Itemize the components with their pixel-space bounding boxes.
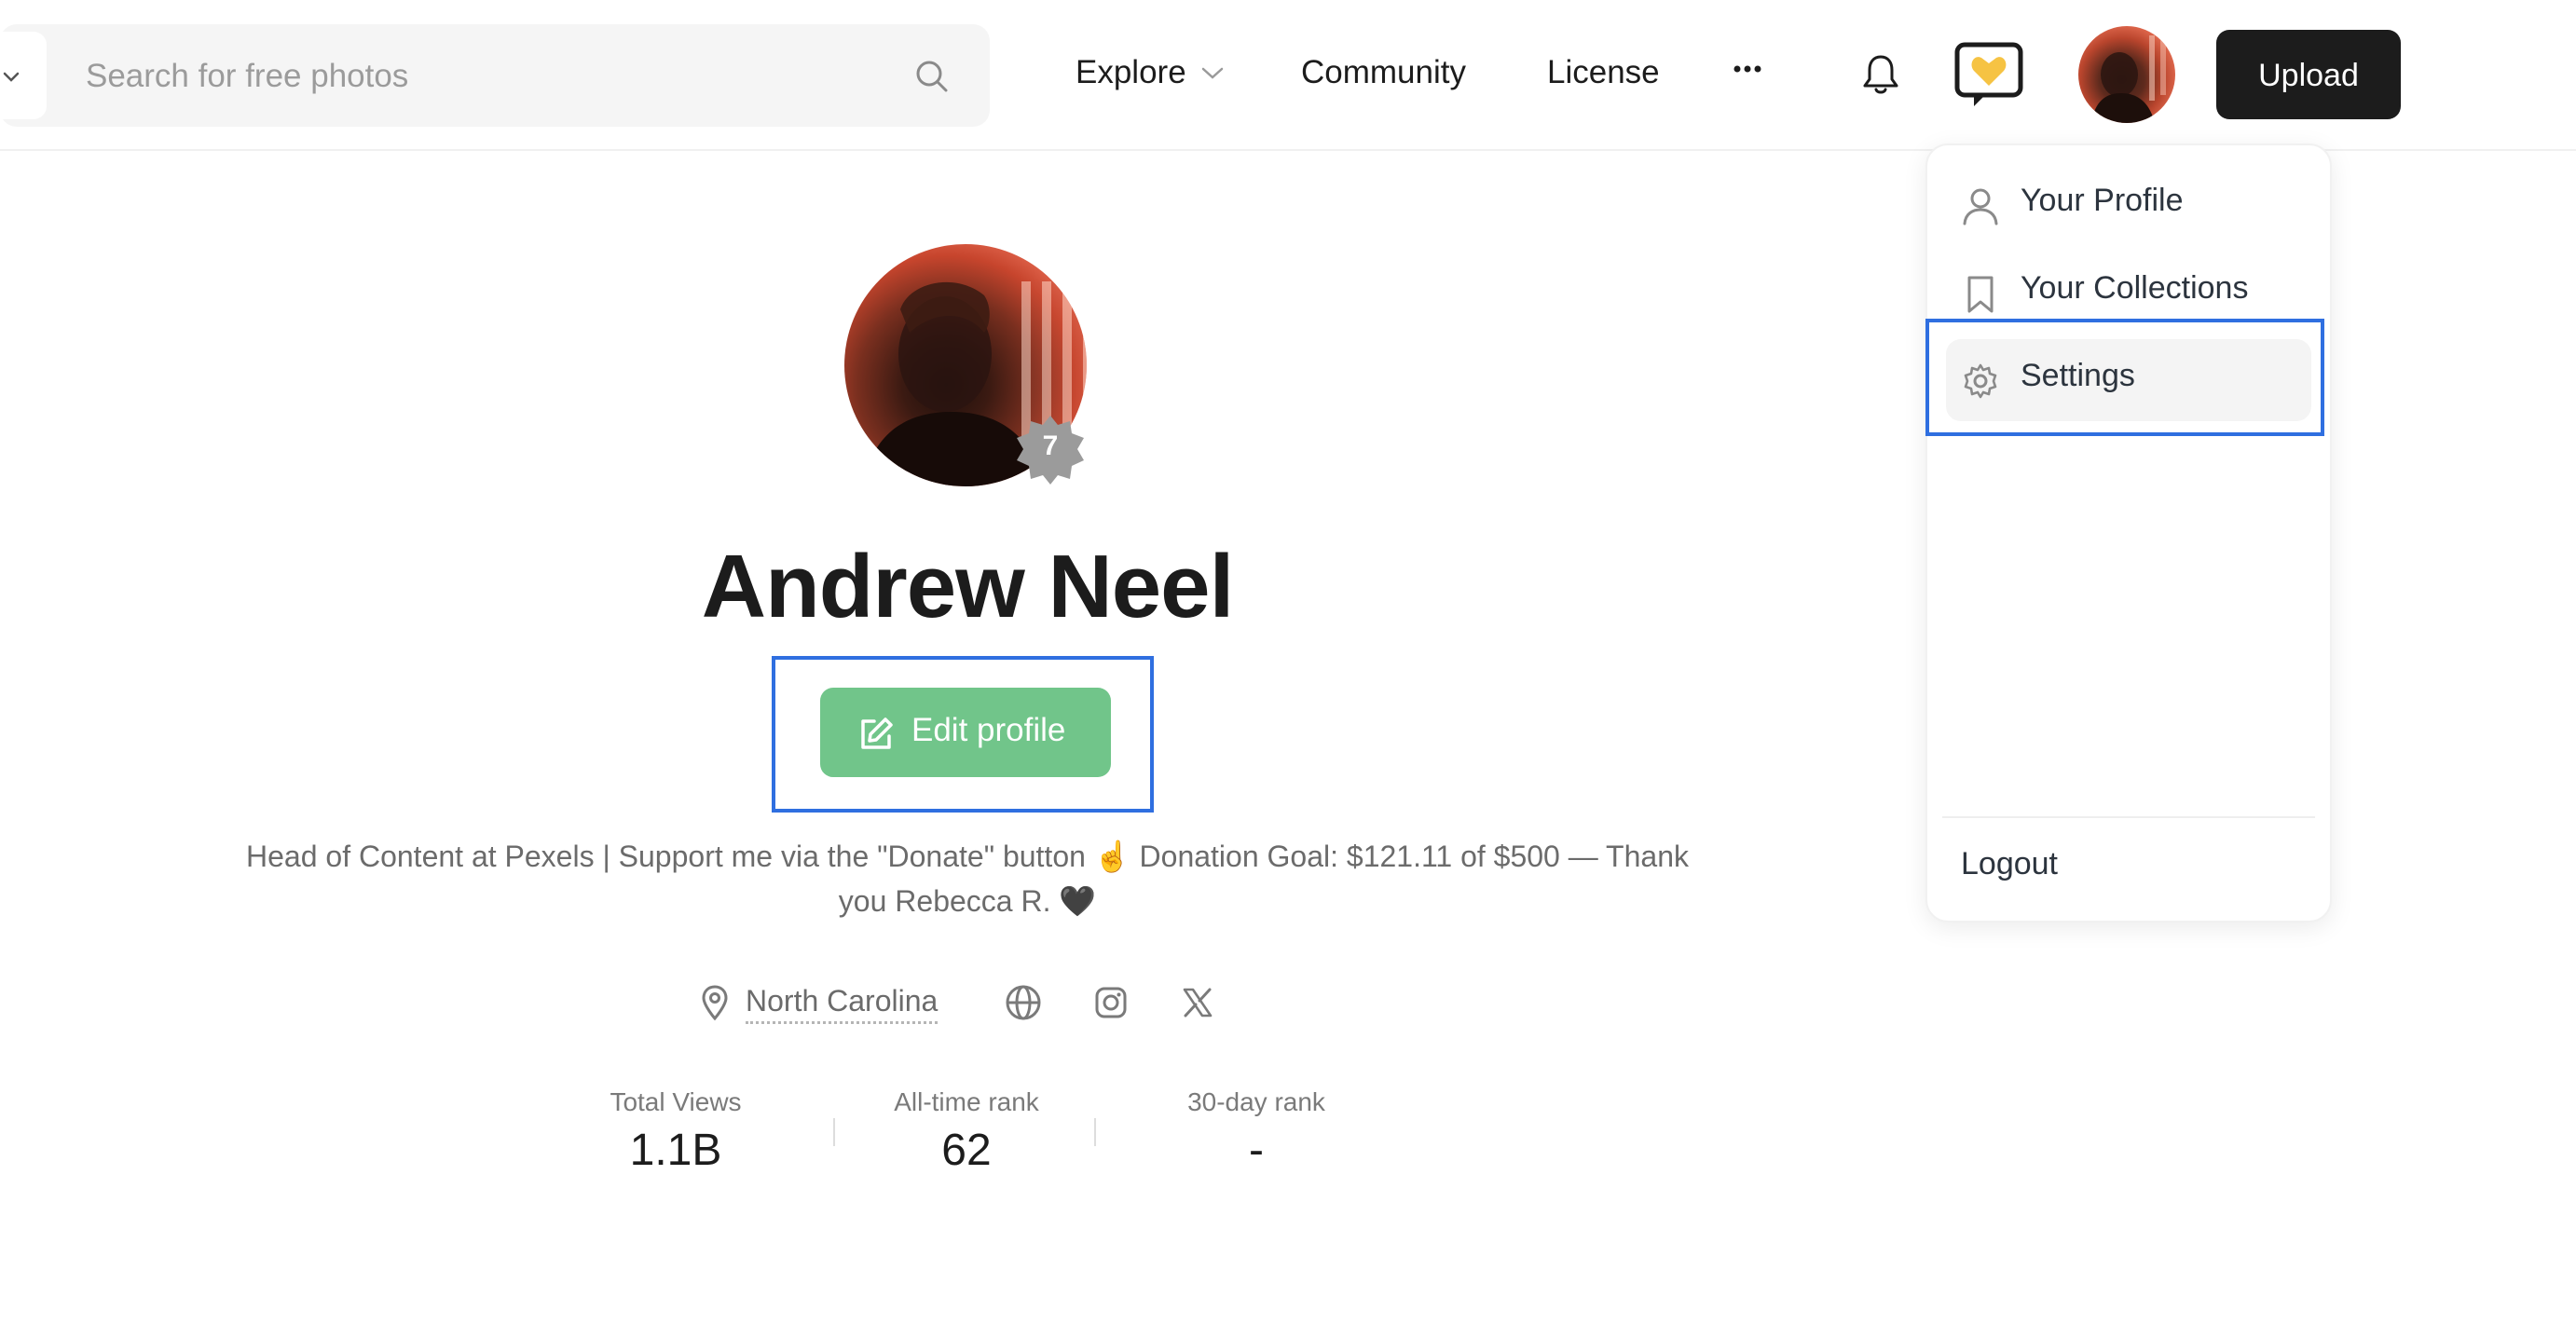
chevron-down-icon[interactable] xyxy=(1200,65,1225,82)
edit-icon xyxy=(861,717,893,749)
chevron-down-icon xyxy=(3,72,20,82)
bookmark-icon xyxy=(1967,276,1994,313)
search-icon[interactable] xyxy=(913,58,951,95)
stat-value: - xyxy=(1249,1126,1264,1175)
search-bar[interactable] xyxy=(0,24,990,127)
nav-explore[interactable]: Explore xyxy=(1076,52,1186,93)
upload-button[interactable]: Upload xyxy=(2216,30,2401,119)
bell-icon[interactable] xyxy=(1860,52,1901,97)
user-avatar[interactable] xyxy=(2078,26,2175,123)
stat-label: 30-day rank xyxy=(1187,1087,1325,1116)
search-input[interactable] xyxy=(84,52,833,101)
level-badge-number: 7 xyxy=(1042,430,1059,461)
stat-value: 1.1B xyxy=(629,1126,722,1175)
nav-license[interactable]: License xyxy=(1547,52,1660,93)
stat-divider xyxy=(833,1118,835,1146)
stat-divider xyxy=(1094,1118,1096,1146)
logout-button[interactable]: Logout xyxy=(1961,846,2058,882)
location-link[interactable]: North Carolina xyxy=(746,982,939,1024)
top-navigation-bar: Explore Community License Upload xyxy=(0,0,2576,151)
location-pin-icon xyxy=(702,985,728,1021)
nav-community[interactable]: Community xyxy=(1301,52,1466,93)
stat-all-time-rank: All-time rank 62 xyxy=(845,1086,1088,1183)
stat-30-day-rank: 30-day rank - xyxy=(1135,1086,1377,1183)
stat-value: 62 xyxy=(941,1126,992,1175)
settings-highlight-box xyxy=(1925,319,2324,436)
avatar-image xyxy=(2091,35,2166,123)
menu-item-label: Your Collections xyxy=(2021,270,2249,306)
user-dropdown-menu: Your Profile Your Collections Settings L… xyxy=(1925,143,2332,922)
x-twitter-icon[interactable] xyxy=(1182,988,1213,1018)
search-type-dropdown[interactable] xyxy=(0,32,47,119)
more-options-icon[interactable] xyxy=(1733,63,1761,75)
profile-name: Andrew Neel xyxy=(701,537,1234,636)
menu-item-label: Your Profile xyxy=(2021,183,2184,218)
user-icon xyxy=(1963,188,1998,225)
edit-profile-button[interactable]: Edit profile xyxy=(820,688,1111,777)
stat-label: Total Views xyxy=(610,1087,742,1116)
donation-heart-icon[interactable] xyxy=(1953,41,2024,110)
profile-bio: Head of Content at Pexels | Support me v… xyxy=(246,840,1689,918)
website-globe-icon[interactable] xyxy=(1005,984,1042,1021)
menu-divider xyxy=(1942,816,2315,818)
menu-item-your-profile[interactable]: Your Profile xyxy=(1946,164,2311,246)
stat-label: All-time rank xyxy=(894,1087,1039,1116)
edit-profile-label: Edit profile xyxy=(911,712,1066,748)
instagram-icon[interactable] xyxy=(1094,986,1128,1019)
stat-total-views: Total Views 1.1B xyxy=(555,1086,797,1183)
